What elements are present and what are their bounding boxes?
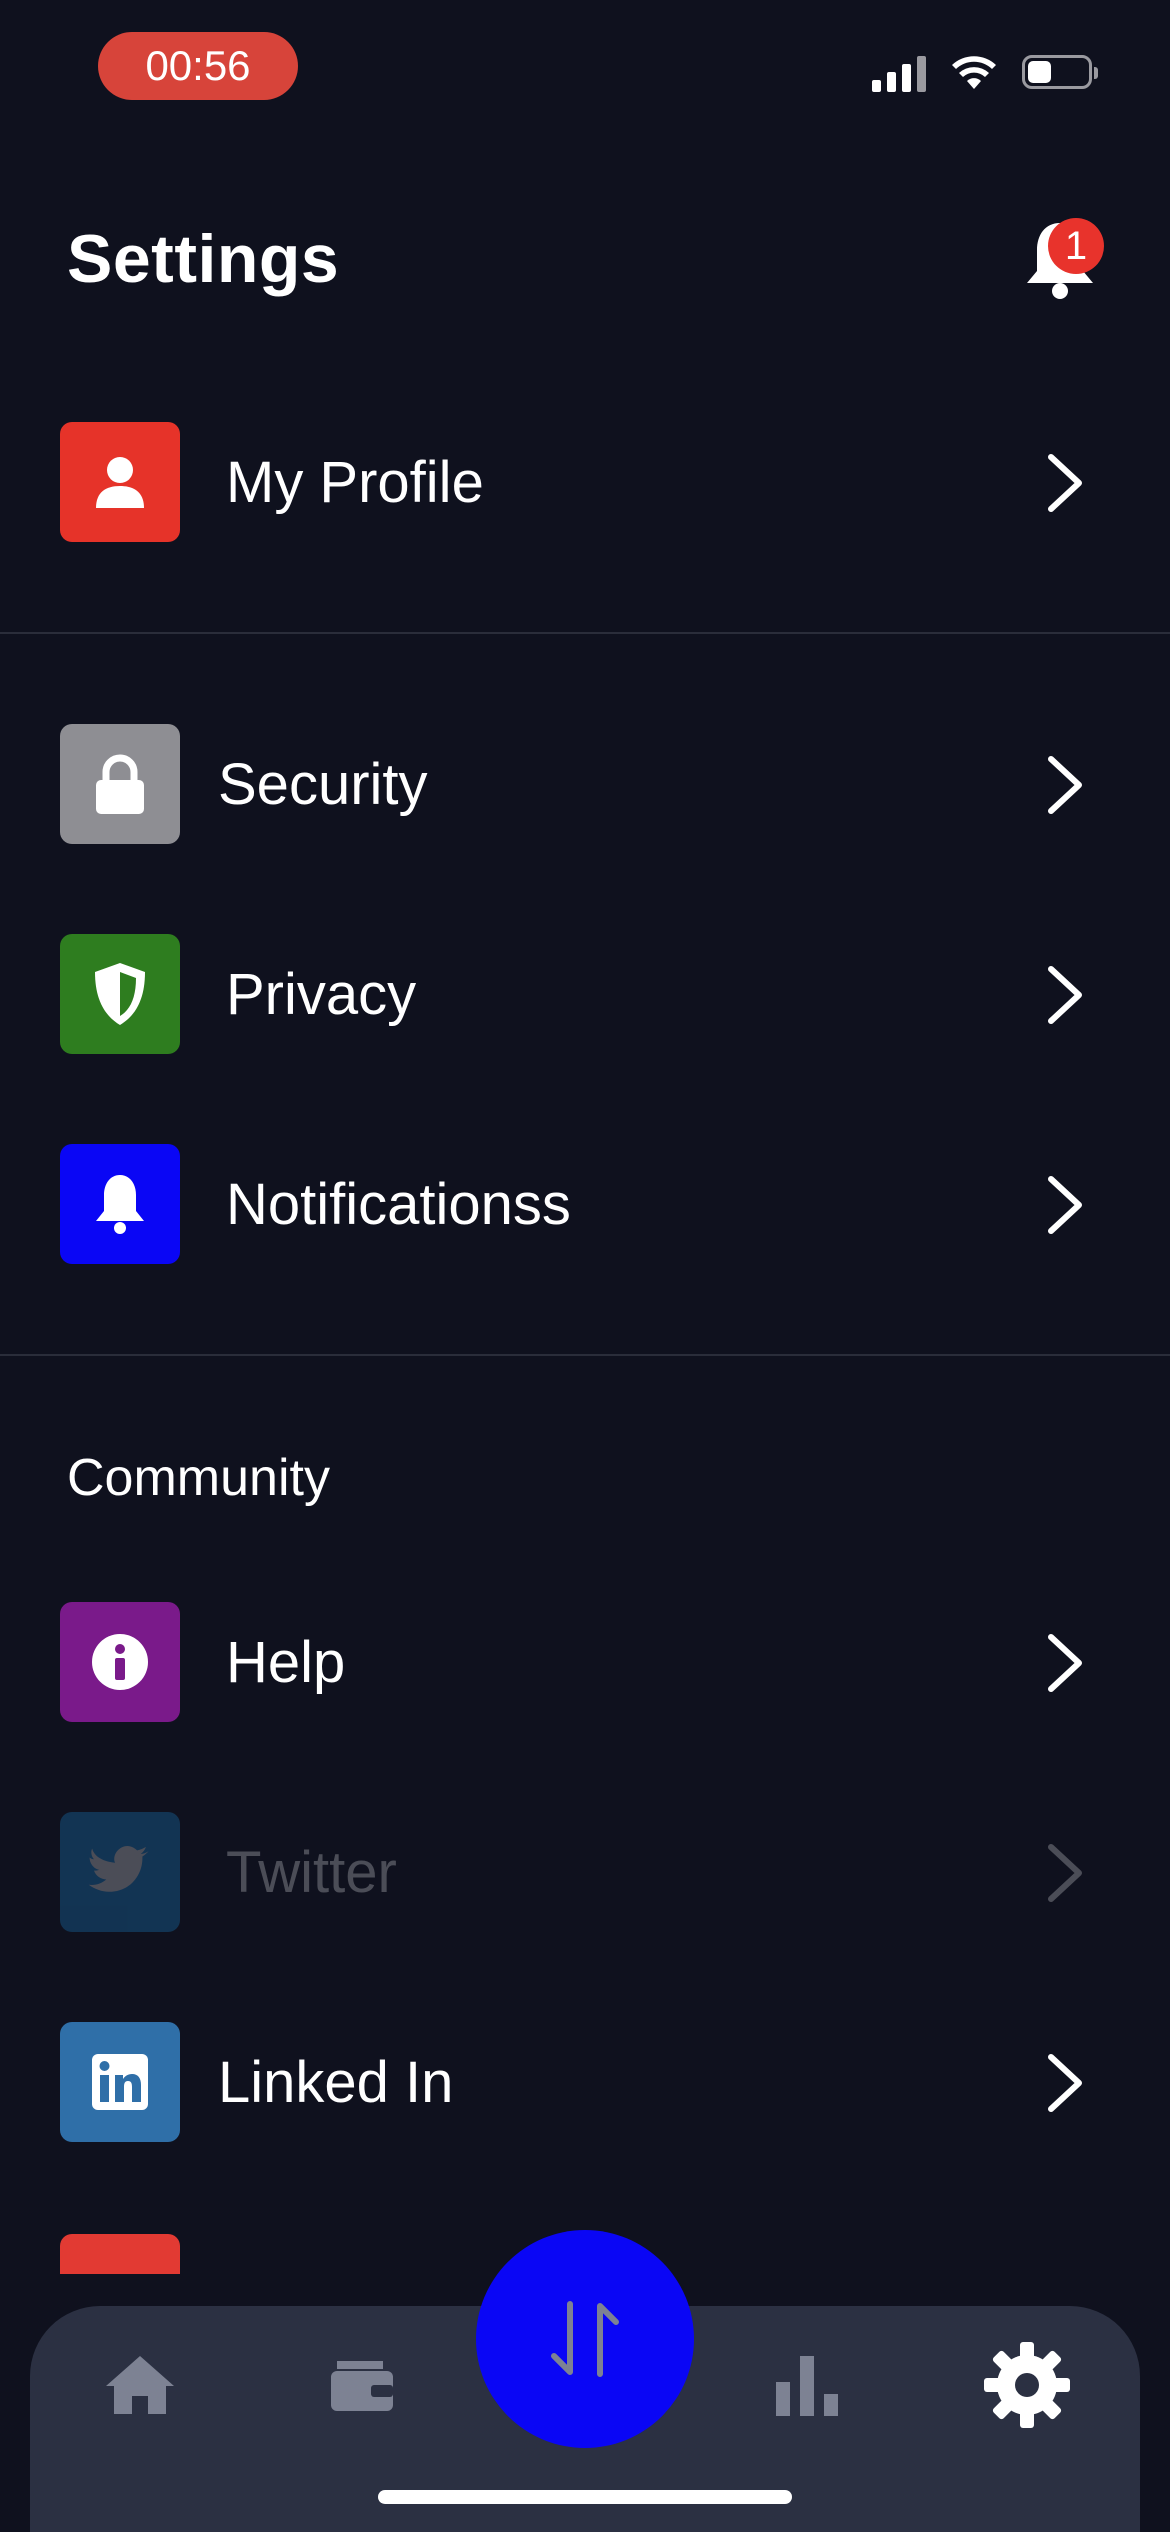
- info-icon-tile: [60, 1602, 180, 1722]
- twitter-icon: [88, 1846, 149, 1892]
- chevron-right-icon: [1048, 2054, 1082, 2112]
- lock-icon-tile: [60, 724, 180, 844]
- battery-level: [1028, 61, 1051, 83]
- settings-item-label: Privacy: [226, 962, 417, 1027]
- settings-item-privacy[interactable]: Privacy: [0, 930, 1170, 1060]
- status-icons: [872, 52, 1098, 92]
- section-divider: [0, 632, 1170, 634]
- status-time: 00:56: [98, 32, 298, 100]
- chevron-right-icon: [1048, 1634, 1082, 1692]
- settings-item-help[interactable]: Help: [0, 1598, 1170, 1728]
- page-title: Settings: [67, 221, 340, 297]
- wallet-icon: [331, 2361, 393, 2411]
- bar-chart-icon: [776, 2356, 838, 2416]
- chevron-right-icon: [1048, 966, 1082, 1024]
- shield-icon-tile: [60, 934, 180, 1054]
- info-icon: [92, 1634, 148, 1690]
- person-icon: [96, 457, 144, 508]
- linkedin-icon-tile: [60, 2022, 180, 2142]
- shield-icon: [95, 963, 145, 1025]
- home-icon: [106, 2356, 174, 2414]
- settings-item-label: Twitter: [226, 1840, 397, 1905]
- status-bar: 00:56: [0, 0, 1170, 140]
- chevron-right-icon: [1048, 756, 1082, 814]
- bell-icon-tile: [60, 1144, 180, 1264]
- settings-item-label: Help: [226, 1630, 346, 1695]
- section-header-community: Community: [67, 1449, 330, 1507]
- chevron-right-icon: [1048, 454, 1082, 512]
- notification-badge: 1: [1048, 218, 1104, 274]
- settings-item-notifications[interactable]: Notificationss: [0, 1140, 1170, 1270]
- battery-icon: [1022, 55, 1098, 89]
- chevron-right-icon: [1048, 1176, 1082, 1234]
- tab-wallet[interactable]: [307, 2330, 417, 2440]
- settings-item-label: Notificationss: [226, 1172, 571, 1237]
- bell-icon: [96, 1175, 144, 1234]
- home-indicator: [378, 2490, 792, 2504]
- lock-icon: [96, 754, 144, 814]
- settings-item-twitter[interactable]: Twitter: [0, 1808, 1170, 1938]
- chevron-right-icon: [1048, 1844, 1082, 1902]
- cellular-signal-icon: [872, 52, 926, 92]
- settings-item-linkedin[interactable]: Linked In: [0, 2018, 1170, 2148]
- gear-icon: [984, 2342, 1070, 2428]
- settings-item-icon-partial: [60, 2234, 180, 2274]
- wifi-icon: [952, 56, 996, 89]
- settings-item-security[interactable]: Security: [0, 720, 1170, 850]
- settings-item-label: My Profile: [226, 450, 484, 515]
- section-divider: [0, 1354, 1170, 1356]
- swap-icon: [551, 2301, 619, 2377]
- tab-stats[interactable]: [752, 2330, 862, 2440]
- tab-settings[interactable]: [972, 2330, 1082, 2440]
- tab-home[interactable]: [85, 2330, 195, 2440]
- person-icon-tile: [60, 422, 180, 542]
- settings-item-my-profile[interactable]: My Profile: [0, 418, 1170, 548]
- linkedin-icon: [92, 2054, 148, 2110]
- settings-item-label: Security: [218, 752, 428, 817]
- swap-button[interactable]: [476, 2230, 694, 2448]
- settings-item-label: Linked In: [218, 2050, 454, 2115]
- twitter-icon-tile: [60, 1812, 180, 1932]
